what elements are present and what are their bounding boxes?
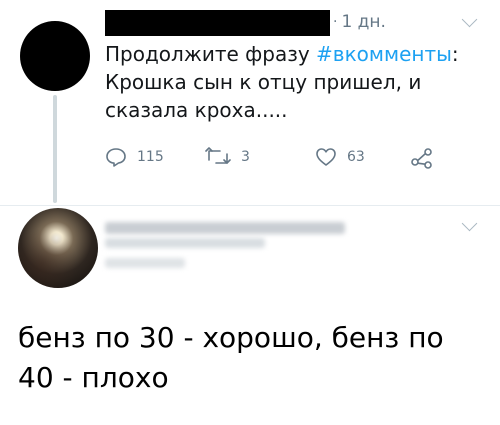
author-avatar[interactable] — [20, 21, 90, 91]
separator-dot: · — [333, 14, 338, 30]
reply-text: бенз по 30 - хорошо, бенз по 40 - плохо — [18, 321, 444, 394]
reply-author-handle-blurred — [105, 238, 265, 248]
tweet-text-rest: Крошка сын к отцу пришел, и сказала крох… — [105, 70, 422, 122]
reply-button[interactable]: 115 — [105, 147, 164, 167]
reply-meta-blurred — [105, 258, 185, 268]
heart-icon — [315, 147, 337, 167]
author-name-redacted — [105, 10, 330, 36]
hashtag-link[interactable]: #вкомменты — [316, 42, 452, 66]
like-button[interactable]: 63 — [315, 147, 365, 167]
like-count: 63 — [347, 149, 365, 165]
reply-count: 115 — [137, 149, 164, 165]
chevron-down-icon[interactable] — [461, 11, 478, 28]
share-button[interactable] — [410, 147, 434, 169]
share-icon — [410, 147, 434, 169]
reply-author-name-blurred — [105, 222, 345, 234]
reply-author-avatar[interactable] — [18, 208, 98, 288]
retweet-button[interactable]: 3 — [205, 147, 250, 167]
tweet-text-intro: Продолжите фразу — [105, 42, 317, 66]
reply-icon — [105, 147, 127, 167]
retweet-icon — [205, 147, 231, 167]
tweet-time-ago[interactable]: 1 дн. — [341, 12, 386, 32]
tweet-divider — [0, 205, 500, 206]
tweet-text: Продолжите фразу #вкомменты: Крошка сын … — [105, 40, 485, 124]
chevron-down-icon[interactable] — [461, 215, 478, 232]
tweet-text-colon: : — [451, 42, 459, 66]
retweet-count: 3 — [241, 149, 250, 165]
thread-connector-line — [53, 95, 57, 203]
tweet-actions-bar: 115 3 63 — [105, 147, 465, 171]
tweet-timestamp-row: · 1 дн. — [333, 12, 386, 32]
